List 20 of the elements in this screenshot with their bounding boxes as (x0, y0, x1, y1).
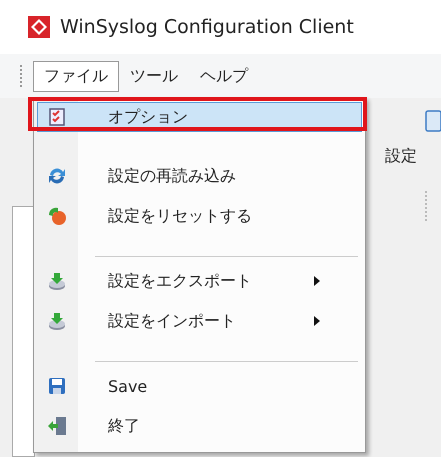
menu-bar-item[interactable]: ヘルプ (189, 60, 259, 92)
reset-icon (47, 206, 67, 226)
refresh-icon (47, 166, 67, 186)
window-title: WinSyslog Configuration Client (60, 16, 354, 38)
menu-item[interactable]: 設定をリセットする (37, 196, 362, 236)
save-icon (48, 377, 66, 395)
checklist-icon (48, 108, 66, 126)
toolbar-button[interactable]: 設定 (385, 142, 417, 167)
menu-bar-item[interactable]: ツール (119, 60, 189, 92)
menu-item[interactable]: 設定の再読み込み (37, 156, 362, 196)
disk-arrow-icon (47, 271, 67, 291)
menu-item[interactable]: 設定をエクスポート (37, 261, 362, 301)
menu-item[interactable]: 終了 (37, 406, 362, 446)
exit-door-icon (47, 416, 67, 436)
app-logo-icon (28, 16, 50, 38)
menu-item[interactable]: 設定をインポート (37, 301, 362, 341)
toolbar-icon[interactable] (425, 110, 441, 132)
menu-bar-item[interactable]: ファイル (33, 60, 119, 92)
disk-arrow-icon (47, 311, 67, 331)
menu-item[interactable]: Save (37, 366, 362, 406)
